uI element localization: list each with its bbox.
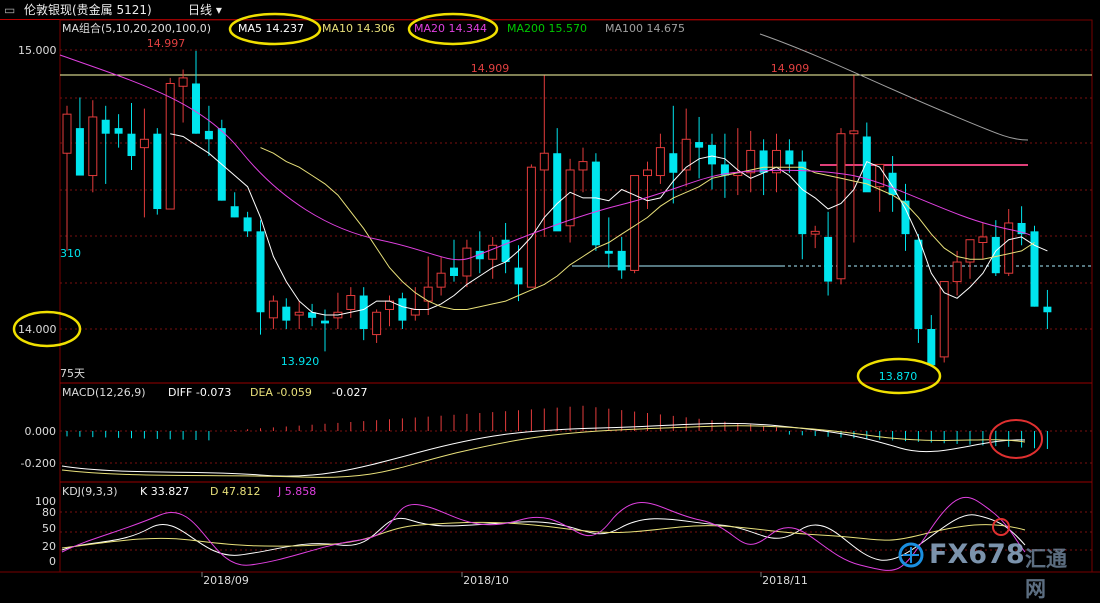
candle-body bbox=[243, 217, 252, 232]
left-price-label: 310 bbox=[60, 247, 81, 260]
watermark-text: FX678 bbox=[929, 539, 1025, 570]
candle-body bbox=[591, 161, 600, 246]
high-price-label: 14.997 bbox=[147, 37, 186, 50]
watermark-cn: 汇通网 bbox=[1025, 547, 1067, 601]
y-tick-label: 0.000 bbox=[25, 425, 57, 438]
macd-title: MACD(12,26,9) bbox=[62, 386, 146, 399]
candle-body bbox=[836, 133, 846, 280]
candle-body bbox=[462, 247, 472, 277]
candle-body bbox=[282, 306, 291, 321]
candle-body bbox=[294, 311, 304, 316]
y-tick-label: 20 bbox=[42, 540, 56, 553]
candle-body bbox=[114, 128, 123, 134]
candle-body bbox=[192, 83, 200, 134]
candle-body bbox=[553, 153, 562, 232]
candle-body bbox=[514, 267, 523, 285]
candle-body bbox=[759, 150, 768, 173]
candle-body bbox=[410, 308, 420, 316]
kdj-title: KDJ(9,3,3) bbox=[62, 485, 118, 498]
ma-title: MA组合(5,10,20,200,100,0) bbox=[62, 21, 211, 35]
candle-body bbox=[669, 153, 678, 173]
macd-diff-value: DIFF -0.073 bbox=[168, 386, 231, 399]
candle-body bbox=[359, 295, 368, 329]
candle-body bbox=[346, 295, 356, 310]
high-price-label: 14.909 bbox=[471, 62, 510, 75]
watermark: FX678 汇通网 bbox=[897, 538, 1083, 601]
x-tick-label: 2018/09 bbox=[203, 574, 249, 587]
candle-body bbox=[268, 300, 278, 319]
candle-body bbox=[165, 82, 175, 210]
candle-body bbox=[204, 130, 213, 140]
x-tick-label: 2018/10 bbox=[463, 574, 509, 587]
candle-body bbox=[798, 161, 807, 235]
candle-body bbox=[604, 250, 613, 254]
ma100-line bbox=[759, 33, 1029, 141]
chart-canvas[interactable]: 15.000 14.000 310 75天 MA组合(5,10,20,200,100,0… bbox=[0, 0, 1100, 591]
candle-body bbox=[927, 329, 936, 366]
candle-body bbox=[643, 169, 652, 177]
candle-body bbox=[256, 231, 265, 313]
candle-body bbox=[1004, 222, 1014, 274]
low-price-label: 13.920 bbox=[281, 355, 320, 368]
macd-dea-line bbox=[61, 425, 1026, 478]
candle-body bbox=[178, 77, 188, 87]
ma-value-ma10: MA10 14.306 bbox=[322, 22, 395, 35]
day-count-label: 75天 bbox=[60, 367, 85, 380]
kdj-j-value: J 5.858 bbox=[277, 485, 316, 498]
candle-body bbox=[436, 272, 446, 288]
candle-body bbox=[321, 320, 329, 324]
ma-value-ma100: MA100 14.675 bbox=[605, 22, 685, 35]
x-tick-label: 2018/11 bbox=[762, 574, 808, 587]
kdj-d-line bbox=[61, 521, 1026, 549]
candle-body bbox=[978, 236, 988, 244]
macd-dea-value: DEA -0.059 bbox=[250, 386, 312, 399]
candle-body bbox=[488, 244, 498, 260]
candle-body bbox=[914, 239, 923, 329]
ma-value-ma200: MA200 15.570 bbox=[507, 22, 587, 35]
candle-body bbox=[127, 133, 136, 157]
candle-body bbox=[952, 261, 962, 283]
y-tick-label: 14.000 bbox=[18, 323, 57, 336]
high-price-label: 14.909 bbox=[771, 62, 810, 75]
kdj-k-value: K 33.827 bbox=[140, 485, 189, 498]
candle-body bbox=[139, 138, 149, 149]
candle-body bbox=[824, 236, 833, 282]
ma-value-ma5: MA5 14.237 bbox=[238, 22, 304, 35]
candle-body bbox=[539, 152, 549, 171]
candle-body bbox=[398, 298, 407, 321]
y-tick-label: 50 bbox=[42, 522, 56, 535]
candle-body bbox=[526, 166, 536, 288]
candle-body bbox=[88, 116, 98, 177]
candle-body bbox=[230, 206, 239, 218]
candle-body bbox=[578, 161, 588, 171]
candle-body bbox=[565, 169, 575, 227]
kdj-j-line bbox=[61, 497, 1026, 571]
y-tick-label: 80 bbox=[42, 506, 56, 519]
y-tick-label: -0.200 bbox=[21, 457, 56, 470]
candle-body bbox=[101, 119, 110, 134]
candle-body bbox=[372, 311, 382, 336]
candle-body bbox=[630, 175, 640, 271]
candle-body bbox=[1043, 306, 1052, 313]
candle-body bbox=[901, 200, 910, 235]
candle-body bbox=[810, 230, 820, 235]
candle-body bbox=[708, 144, 716, 165]
candle-body bbox=[75, 128, 84, 176]
ma-value-ma20: MA20 14.344 bbox=[414, 22, 487, 35]
candle-body bbox=[849, 130, 859, 135]
candle-body bbox=[153, 133, 162, 210]
candle-body bbox=[785, 150, 794, 165]
candle-body bbox=[450, 267, 458, 276]
macd-value: -0.027 bbox=[332, 386, 367, 399]
candle-body bbox=[695, 142, 704, 148]
low-price-label: 13.870 bbox=[879, 370, 918, 383]
candle-body bbox=[655, 147, 665, 177]
kdj-d-value: D 47.812 bbox=[210, 485, 260, 498]
candle-body bbox=[62, 113, 72, 154]
y-tick-label: 0 bbox=[49, 555, 56, 568]
y-tick-label: 15.000 bbox=[18, 44, 57, 57]
candle-body bbox=[617, 250, 626, 271]
